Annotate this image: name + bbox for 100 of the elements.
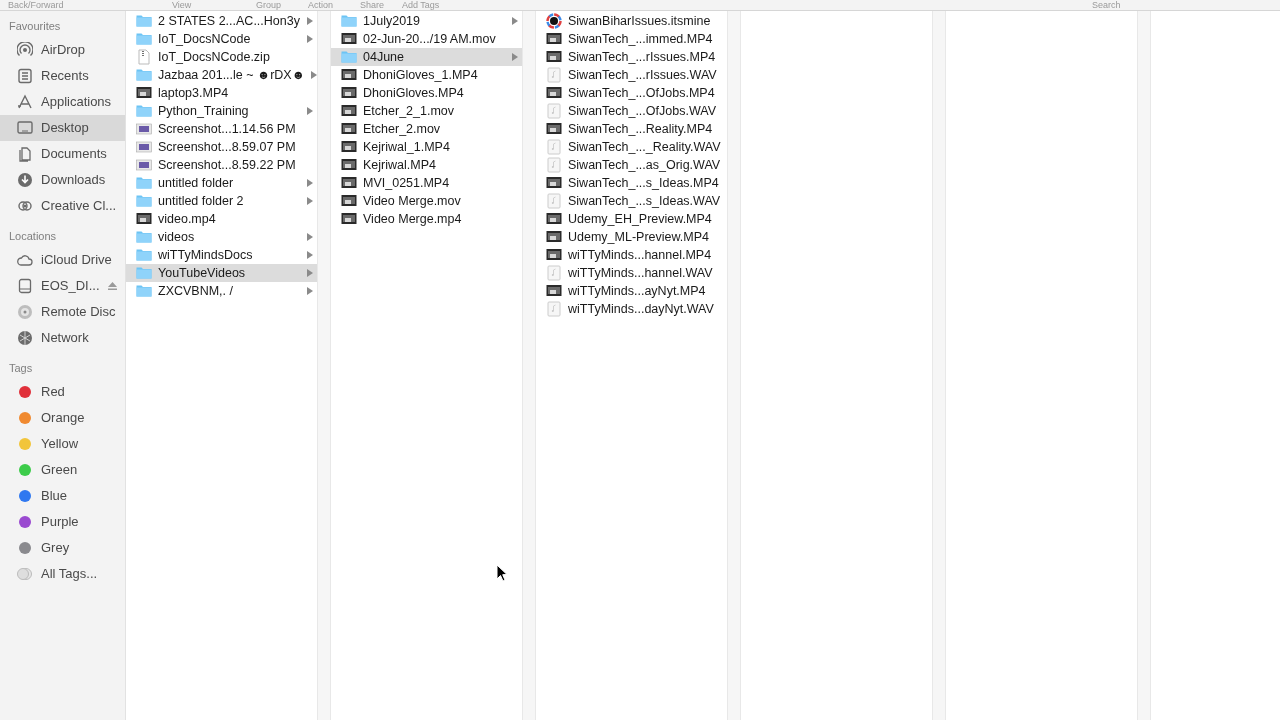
file-row[interactable]: untitled folder 2	[126, 192, 317, 210]
folder-icon	[136, 283, 152, 299]
sidebar-item-label: Blue	[41, 487, 68, 506]
disclosure-arrow-icon	[307, 269, 313, 277]
file-row[interactable]: 1July2019	[331, 12, 522, 30]
sidebar-item[interactable]: Yellow	[0, 431, 125, 457]
file-row[interactable]: DhoniGloves.MP4	[331, 84, 522, 102]
file-row[interactable]: Screenshot...8.59.07 PM	[126, 138, 317, 156]
disclosure-arrow-icon	[307, 179, 313, 187]
file-row[interactable]: MVI_0251.MP4	[331, 174, 522, 192]
file-row[interactable]: ZXCVBNM,. /	[126, 282, 317, 300]
video-thumbnail-icon	[341, 67, 357, 83]
folder-icon	[136, 193, 152, 209]
sidebar-item[interactable]: Purple	[0, 509, 125, 535]
folder-icon	[136, 175, 152, 191]
file-row[interactable]: Video Merge.mp4	[331, 210, 522, 228]
sidebar-item[interactable]: Downloads	[0, 167, 125, 193]
file-name: Etcher_2_1.mov	[363, 102, 456, 120]
folder-icon	[136, 265, 152, 281]
file-row[interactable]: SiwanTech_...s_Ideas.WAV	[536, 192, 727, 210]
file-row[interactable]: 04June	[331, 48, 522, 66]
sidebar-item-label: EOS_DI...	[41, 277, 100, 296]
sidebar-item-label: Desktop	[41, 119, 89, 138]
file-row[interactable]: SiwanTech_...rIssues.MP4	[536, 48, 727, 66]
file-row[interactable]: wiTTyMinds...dayNyt.WAV	[536, 300, 727, 318]
video-thumbnail-icon	[341, 31, 357, 47]
file-row[interactable]: Kejriwal.MP4	[331, 156, 522, 174]
file-row[interactable]: wiTTyMinds...hannel.MP4	[536, 246, 727, 264]
sidebar-item-label: Yellow	[41, 435, 79, 454]
sidebar-item-label: Recents	[41, 67, 89, 86]
file-name: 04June	[363, 48, 405, 66]
file-row[interactable]: SiwanTech_...Reality.MP4	[536, 120, 727, 138]
sidebar-item[interactable]: Applications	[0, 89, 125, 115]
file-row[interactable]: SiwanTech_..._Reality.WAV	[536, 138, 727, 156]
file-row[interactable]: IoT_DocsNCode	[126, 30, 317, 48]
sidebar-item[interactable]: Creative Cl...	[0, 193, 125, 219]
eject-icon[interactable]	[108, 282, 117, 290]
file-name: laptop3.MP4	[158, 84, 230, 102]
sidebar-item[interactable]: iCloud Drive	[0, 247, 125, 273]
sidebar-item[interactable]: Grey	[0, 535, 125, 561]
file-row[interactable]: Screenshot...8.59.22 PM	[126, 156, 317, 174]
video-thumbnail-icon	[546, 85, 562, 101]
sidebar-section-heading: Favourites	[8, 19, 62, 33]
sidebar-item[interactable]: Documents	[0, 141, 125, 167]
file-row[interactable]: SiwanTech_...as_Orig.WAV	[536, 156, 727, 174]
file-row[interactable]: video.mp4	[126, 210, 317, 228]
file-row[interactable]: 02-Jun-20.../19 AM.mov	[331, 30, 522, 48]
sidebar-item[interactable]: All Tags...	[0, 561, 125, 587]
file-row[interactable]: IoT_DocsNCode.zip	[126, 48, 317, 66]
file-row[interactable]: Udemy_ML-Preview.MP4	[536, 228, 727, 246]
sidebar-item[interactable]: Blue	[0, 483, 125, 509]
folder-icon	[136, 13, 152, 29]
file-row[interactable]: DhoniGloves_1.MP4	[331, 66, 522, 84]
file-row[interactable]: 2 STATES 2...AC...Hon3y	[126, 12, 317, 30]
file-row[interactable]: YouTubeVideos	[126, 264, 317, 282]
file-row[interactable]: laptop3.MP4	[126, 84, 317, 102]
sidebar-item[interactable]: Desktop	[0, 115, 125, 141]
disclosure-arrow-icon	[307, 17, 313, 25]
documents-icon	[17, 146, 33, 162]
sidebar-item[interactable]: Red	[0, 379, 125, 405]
video-thumbnail-icon	[546, 211, 562, 227]
sidebar-item[interactable]: Remote Disc	[0, 299, 125, 325]
sidebar-item[interactable]: AirDrop	[0, 37, 125, 63]
file-row[interactable]: SiwanTech_...s_Ideas.MP4	[536, 174, 727, 192]
file-row[interactable]: SiwanTech_...immed.MP4	[536, 30, 727, 48]
file-row[interactable]: Jazbaa 201...le ~ ☻rDX☻	[126, 66, 317, 84]
file-row[interactable]: untitled folder	[126, 174, 317, 192]
file-row[interactable]: SiwanBiharIssues.itsmine	[536, 12, 727, 30]
sidebar-item[interactable]: EOS_DI...	[0, 273, 125, 299]
file-name: MVI_0251.MP4	[363, 174, 451, 192]
file-row[interactable]: wiTTyMinds...hannel.WAV	[536, 264, 727, 282]
sidebar-item[interactable]: Network	[0, 325, 125, 351]
file-row[interactable]: Etcher_2.mov	[331, 120, 522, 138]
file-row[interactable]: SiwanTech_...OfJobs.WAV	[536, 102, 727, 120]
folder-icon	[136, 229, 152, 245]
disclosure-arrow-icon	[307, 197, 313, 205]
file-row[interactable]: videos	[126, 228, 317, 246]
file-row[interactable]: Screenshot...1.14.56 PM	[126, 120, 317, 138]
file-row[interactable]: SiwanTech_...OfJobs.MP4	[536, 84, 727, 102]
file-row[interactable]: wiTTyMinds...ayNyt.MP4	[536, 282, 727, 300]
disc-icon	[17, 304, 33, 320]
video-thumbnail-icon	[546, 121, 562, 137]
sidebar-section-heading: Locations	[8, 229, 58, 243]
video-thumbnail-icon	[136, 85, 152, 101]
file-row[interactable]: Etcher_2_1.mov	[331, 102, 522, 120]
file-row[interactable]: Video Merge.mov	[331, 192, 522, 210]
file-row[interactable]: Udemy_EH_Preview.MP4	[536, 210, 727, 228]
file-row[interactable]: wiTTyMindsDocs	[126, 246, 317, 264]
file-row[interactable]: Kejriwal_1.MP4	[331, 138, 522, 156]
file-name: Video Merge.mp4	[363, 210, 463, 228]
disclosure-arrow-icon	[307, 251, 313, 259]
file-row[interactable]: SiwanTech_...rIssues.WAV	[536, 66, 727, 84]
folder-icon	[136, 31, 152, 47]
file-row[interactable]: Python_Training	[126, 102, 317, 120]
airdrop-icon	[17, 42, 33, 58]
sidebar-item[interactable]: Green	[0, 457, 125, 483]
file-name: Screenshot...8.59.22 PM	[158, 156, 297, 174]
file-name: Kejriwal_1.MP4	[363, 138, 451, 156]
sidebar-item[interactable]: Orange	[0, 405, 125, 431]
sidebar-item[interactable]: Recents	[0, 63, 125, 89]
